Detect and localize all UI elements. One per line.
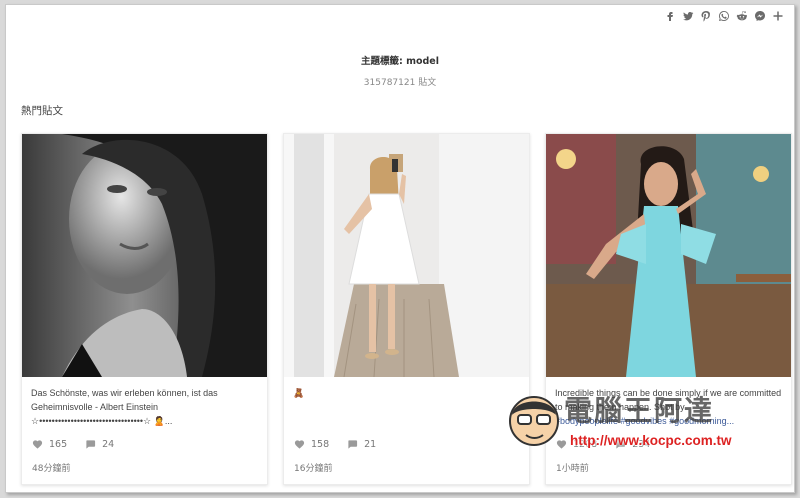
post-time: 1小時前 — [556, 464, 589, 474]
post-caption: 🧸 — [284, 377, 529, 430]
caption-text: 🧸 — [293, 388, 305, 398]
heart-icon — [32, 440, 43, 449]
reddit-icon[interactable] — [736, 10, 748, 22]
post-time: 16分鐘前 — [294, 464, 333, 474]
like-count: 158 — [311, 439, 330, 450]
heart-icon — [294, 440, 305, 449]
watermark-text: 電腦王阿達 — [564, 394, 715, 427]
post-caption: Das Schönste, was wir erleben können, is… — [22, 377, 267, 430]
whatsapp-icon[interactable] — [718, 10, 730, 22]
post-stats: 158 21 — [294, 439, 376, 450]
hashtag-header: 主題標籤: model 315787121 貼文 — [6, 53, 794, 88]
page-frame: 主題標籤: model 315787121 貼文 熱門貼文 Das Schöns… — [5, 4, 795, 493]
like-count: 165 — [49, 439, 68, 450]
twitter-icon[interactable] — [682, 10, 694, 22]
post-stats: 165 24 — [32, 439, 114, 450]
plus-icon[interactable] — [772, 10, 784, 22]
section-title: 熱門貼文 — [21, 105, 63, 117]
comment-count: 24 — [102, 439, 115, 450]
caption-text: Das Schönste, was wir erleben können, is… — [31, 388, 218, 412]
messenger-icon[interactable] — [754, 10, 766, 22]
caption-extra: ☆•••••••••••••••••••••••••••••••••☆ 🙎... — [31, 416, 173, 426]
watermark: 電腦王阿達 http://www.kocpc.com.tw — [504, 387, 774, 457]
comment-icon — [86, 440, 96, 449]
facebook-icon[interactable] — [664, 10, 676, 22]
hashtag-title: 主題標籤: model — [360, 56, 440, 67]
post-time: 48分鐘前 — [32, 464, 71, 474]
pinterest-icon[interactable] — [700, 10, 712, 22]
comment-icon — [348, 440, 358, 449]
share-bar — [664, 10, 784, 22]
post-card[interactable]: 🧸 158 21 16分鐘前 — [283, 133, 530, 485]
watermark-url: http://www.kocpc.com.tw — [570, 433, 732, 448]
comment-count: 21 — [364, 439, 377, 450]
post-image[interactable] — [22, 134, 267, 377]
post-count: 315787121 貼文 — [363, 78, 437, 88]
post-image[interactable] — [284, 134, 529, 377]
mascot-face-icon — [509, 396, 559, 446]
post-card[interactable]: Das Schönste, was wir erleben können, is… — [21, 133, 268, 485]
post-image[interactable] — [546, 134, 791, 377]
